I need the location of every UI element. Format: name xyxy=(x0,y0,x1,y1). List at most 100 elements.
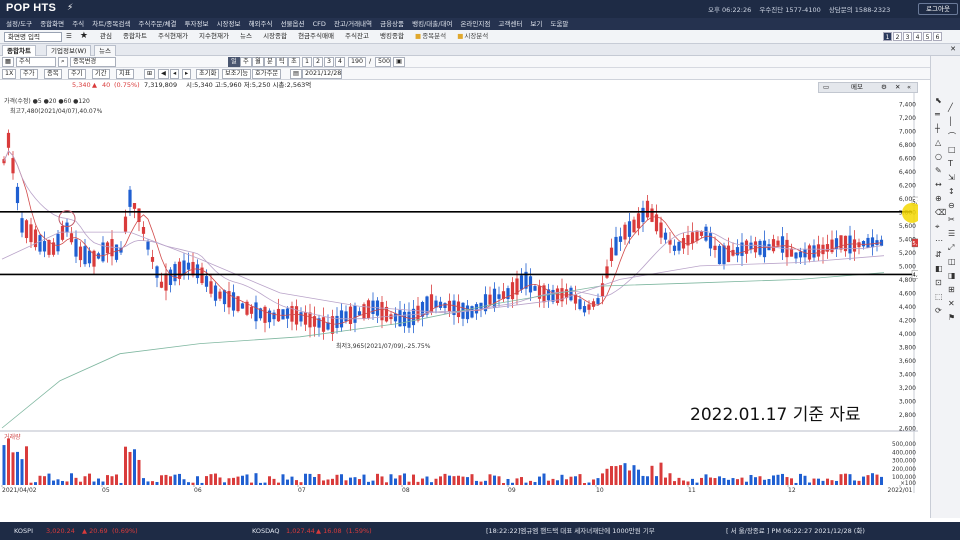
drawing-tool-icon[interactable]: ⊕ xyxy=(935,194,942,203)
drawing-tool-icon[interactable]: ⬉ xyxy=(935,96,942,105)
drawing-tool-icon[interactable]: ⊞ xyxy=(948,285,955,294)
quick-link[interactable]: 시장종합 xyxy=(263,32,287,40)
aux-button[interactable]: 보조기능 xyxy=(222,69,252,79)
page-button[interactable]: 1 xyxy=(883,32,892,41)
quick-link[interactable]: 지수현재가 xyxy=(199,32,229,40)
drawing-tool-icon[interactable]: ⊖ xyxy=(948,201,955,210)
close-icon[interactable]: ✕ xyxy=(895,83,900,92)
drawing-tool-icon[interactable]: ✕ xyxy=(948,299,955,308)
tab-company-info[interactable]: 기업정보(W) xyxy=(46,45,92,56)
drawing-tool-icon[interactable]: ⌒ xyxy=(948,131,956,142)
drawing-tool-icon[interactable]: ⋯ xyxy=(935,236,943,245)
market-select[interactable]: 주식 xyxy=(16,57,56,67)
drawing-tool-icon[interactable]: ↕ xyxy=(948,187,955,196)
page-button[interactable]: 5 xyxy=(923,32,932,41)
symbol-change-button[interactable]: 종목변경 xyxy=(70,57,116,67)
quick-link[interactable]: 관심 xyxy=(100,32,112,40)
menu-item[interactable]: 도움말 xyxy=(550,20,568,28)
menu-item[interactable]: 설정/도구 xyxy=(6,20,32,28)
first-icon[interactable]: ◀ xyxy=(158,69,169,79)
interval-2[interactable]: 2 xyxy=(313,57,324,67)
period-month[interactable]: 월 xyxy=(252,57,264,67)
drawing-tool-icon[interactable]: ⬚ xyxy=(935,292,943,301)
price-button[interactable]: 주가 xyxy=(20,69,38,79)
save-icon[interactable]: ▣ xyxy=(393,57,405,67)
menu-item[interactable]: 뱅킹/대출/대여 xyxy=(412,20,452,28)
page-button[interactable]: 4 xyxy=(913,32,922,41)
tab-news[interactable]: 뉴스 xyxy=(94,45,116,56)
drawing-tool-icon[interactable]: ⊡ xyxy=(935,278,942,287)
quick-link[interactable]: 뉴스 xyxy=(240,32,252,40)
drawing-tool-icon[interactable]: ═ xyxy=(935,110,940,119)
date-input[interactable]: 2021/12/28 xyxy=(302,69,342,79)
chart-canvas[interactable]: 7,4007,2007,0006,8006,6006,4006,2006,000… xyxy=(0,93,928,494)
news-ticker[interactable]: [18:22:22]엠규엠 핸드택 대표 세자녀재단에 1000만원 기부 xyxy=(486,523,655,539)
logout-button[interactable]: 로그아웃 xyxy=(918,3,958,15)
quote-order-button[interactable]: 호가주문 xyxy=(252,69,282,79)
menu-item[interactable]: 해외주식 xyxy=(249,20,273,28)
search-icon[interactable]: ⌕ xyxy=(58,57,68,67)
drawing-tool-icon[interactable]: ⇲ xyxy=(948,173,955,182)
price-chart[interactable]: 7,400 7,200 7,000 6,800 6,600 6,400 6,200 6,000… xyxy=(0,93,928,494)
drawing-tool-icon[interactable]: △ xyxy=(935,138,941,147)
menu-item[interactable]: 금융상품 xyxy=(380,20,404,28)
drawing-tool-icon[interactable]: ┼ xyxy=(935,124,940,133)
drawing-tool-icon[interactable]: │ xyxy=(948,117,953,126)
drawing-tool-icon[interactable]: ⟳ xyxy=(935,306,942,315)
count-input[interactable]: 190 xyxy=(348,57,366,67)
menu-item[interactable]: 시장정보 xyxy=(217,20,241,28)
interval-3[interactable]: 3 xyxy=(324,57,335,67)
zoom-icon[interactable]: ⊞ xyxy=(144,69,156,79)
drawing-tool-icon[interactable]: ↔ xyxy=(935,180,942,189)
quick-link[interactable]: 주식현재가 xyxy=(158,32,188,40)
drawing-tool-icon[interactable]: ◨ xyxy=(948,271,956,280)
drawing-tool-icon[interactable]: ◫ xyxy=(948,257,956,266)
bolt-icon[interactable]: ⚡ xyxy=(67,3,73,13)
drawing-tool-icon[interactable]: ⌫ xyxy=(935,208,946,217)
drawing-tool-icon[interactable]: T xyxy=(948,159,953,168)
quick-link[interactable]: 현금주식매매 xyxy=(298,32,334,40)
drawing-tool-icon[interactable]: ◧ xyxy=(935,264,943,273)
period-week[interactable]: 주 xyxy=(240,57,252,67)
reset-button[interactable]: 초기화 xyxy=(196,69,220,79)
quick-link[interactable]: 종합차트 xyxy=(123,32,147,40)
memo-toggle-icon[interactable]: ▭ xyxy=(823,83,829,92)
folder-link[interactable]: 종목분석 xyxy=(422,32,446,40)
next-icon[interactable]: ▸ xyxy=(182,69,192,79)
star-icon[interactable]: ★ xyxy=(80,31,88,41)
drawing-tool-icon[interactable]: ╱ xyxy=(948,103,953,112)
quick-link[interactable]: 주식잔고 xyxy=(345,32,369,40)
drawing-tool-icon[interactable]: ⚑ xyxy=(948,313,955,322)
collapse-icon[interactable]: « xyxy=(907,83,911,92)
drawing-tool-icon[interactable]: ⌖ xyxy=(935,222,940,232)
page-button[interactable]: 6 xyxy=(933,32,942,41)
menu-item[interactable]: 고객센터 xyxy=(498,20,522,28)
drawing-tool-icon[interactable]: ✂ xyxy=(948,215,955,224)
interval-1[interactable]: 1 xyxy=(302,57,313,67)
page-button[interactable]: 2 xyxy=(893,32,902,41)
list-icon[interactable]: ☰ xyxy=(66,32,72,40)
screen-search-input[interactable]: 화면명 입력 xyxy=(4,32,62,42)
symbol-button[interactable]: 종목 xyxy=(44,69,62,79)
drawing-tool-icon[interactable]: ○ xyxy=(935,152,942,161)
range-button[interactable]: 기간 xyxy=(92,69,110,79)
prev-icon[interactable]: ◂ xyxy=(170,69,180,79)
indicator-button[interactable]: 지표 xyxy=(116,69,134,79)
drawing-tool-icon[interactable]: ✎ xyxy=(935,166,942,175)
drawing-tool-icon[interactable]: □ xyxy=(948,145,956,154)
drawing-tool-icon[interactable]: ⤢ xyxy=(948,243,954,253)
memo-panel[interactable]: ▭ 메모 ⚙ ✕ « xyxy=(818,82,918,93)
menu-item[interactable]: 주식 xyxy=(72,20,84,28)
scale-button[interactable]: 1X xyxy=(2,69,17,79)
period-tick[interactable]: 틱 xyxy=(276,57,288,67)
page-button[interactable]: 3 xyxy=(903,32,912,41)
quick-link[interactable]: 뱅킹종합 xyxy=(380,32,404,40)
calendar-icon[interactable]: ▤ xyxy=(290,69,302,79)
menu-item[interactable]: 온라인지점 xyxy=(460,20,490,28)
menu-item[interactable]: 종합화면 xyxy=(40,20,64,28)
menu-item[interactable]: 보기 xyxy=(530,20,542,28)
menu-item[interactable]: CFD xyxy=(313,20,326,28)
drawing-tool-icon[interactable]: ⇵ xyxy=(935,250,942,259)
folder-link[interactable]: 시장분석 xyxy=(464,32,488,40)
total-input[interactable]: 500 xyxy=(375,57,391,67)
